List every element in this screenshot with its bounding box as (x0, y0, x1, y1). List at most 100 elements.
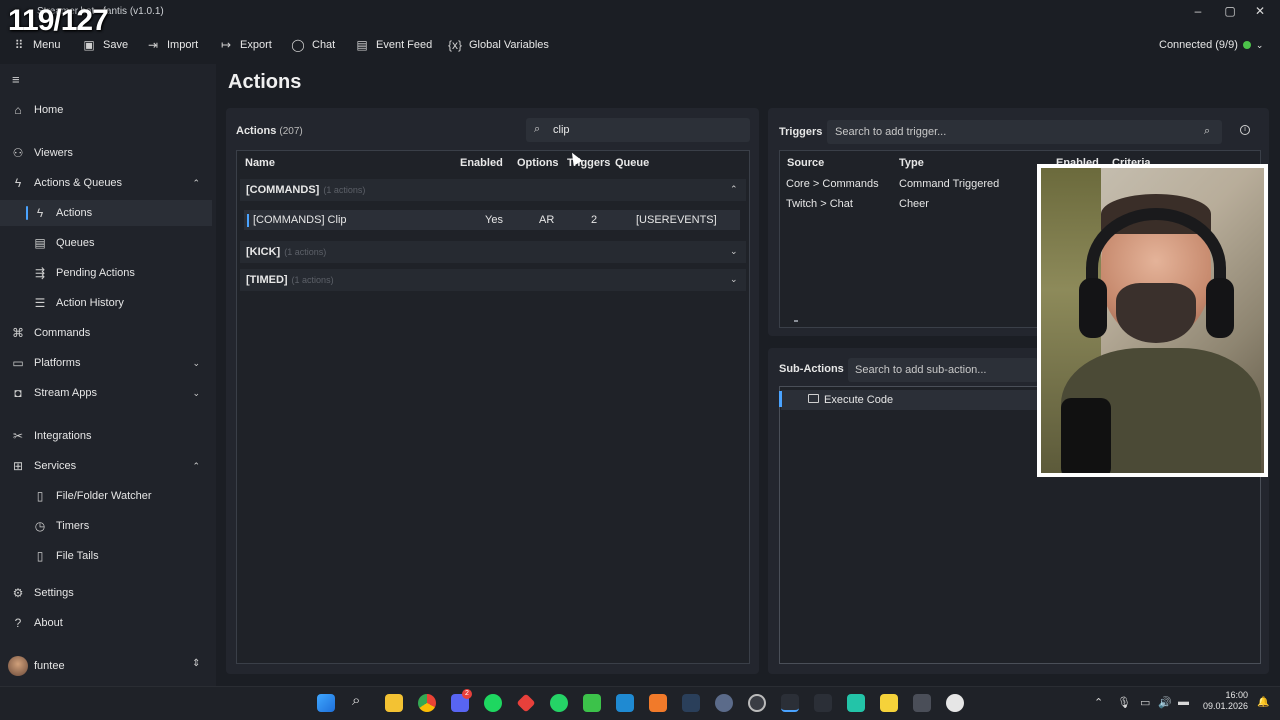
sidebar-item-viewers[interactable]: ⚇ Viewers (0, 140, 212, 166)
expand-collapse-icon[interactable]: ⇕ (192, 658, 200, 669)
column-options[interactable]: Options (517, 157, 559, 169)
selection-indicator (779, 391, 782, 407)
obs-icon[interactable] (748, 694, 766, 712)
file-icon: ▯ (36, 549, 44, 563)
menu-button[interactable]: ⠿ Menu (12, 37, 61, 53)
chrome-icon[interactable] (418, 694, 436, 712)
webcam-microphone (1061, 398, 1111, 473)
column-type[interactable]: Type (899, 157, 924, 169)
trigger-source[interactable]: Twitch > Chat (786, 198, 853, 210)
sidebar-item-services[interactable]: ⊞ Services ⌃ (0, 453, 212, 479)
sidebar-item-settings[interactable]: ⚙ Settings (0, 580, 212, 606)
list-item[interactable] (781, 390, 1037, 410)
group-name: [COMMANDS] (246, 184, 320, 196)
users-icon: ⚇ (12, 146, 24, 160)
search-value: clip (553, 124, 570, 136)
streamerbot-icon[interactable] (781, 694, 799, 712)
selection-indicator (26, 206, 28, 220)
sidebar-item-stream-apps[interactable]: ◘ Stream Apps ⌄ (0, 380, 212, 406)
sidebar-item-label: File Tails (56, 550, 99, 562)
whatsapp-icon[interactable] (550, 694, 568, 712)
trigger-type[interactable]: Cheer (899, 198, 929, 210)
chevron-down-icon[interactable]: ⌄ (730, 274, 738, 285)
trigger-type[interactable]: Command Triggered (899, 178, 999, 190)
audio-app-icon[interactable] (814, 694, 832, 712)
sidebar-item-actions-queues[interactable]: ϟ Actions & Queues ⌃ (0, 170, 212, 196)
sidebar-item-label: Pending Actions (56, 267, 135, 279)
windows-start-icon[interactable] (317, 694, 335, 712)
editor-icon[interactable] (583, 694, 601, 712)
title-bar (0, 0, 1280, 26)
chevron-up-icon[interactable]: ⌃ (1094, 696, 1103, 709)
import-button[interactable]: ⇥ Import (146, 37, 198, 53)
connection-status[interactable]: Connected (9/9) ⌄ (1159, 37, 1263, 53)
integration-icon: ✂ (12, 429, 24, 443)
battery-icon[interactable]: ▬ (1178, 696, 1189, 708)
global-variables-button[interactable]: {x} Global Variables (448, 37, 549, 53)
sidebar-item-timers[interactable]: ◷ Timers (0, 513, 212, 539)
clock-date: 09.01.2026 (1202, 701, 1248, 711)
app-icon[interactable] (847, 694, 865, 712)
volume-icon[interactable]: 🔊 (1158, 696, 1172, 709)
sidebar-item-queues[interactable]: ▤ Queues (0, 230, 212, 256)
scroll-indicator[interactable] (794, 320, 798, 322)
microphone-icon[interactable]: 🎙 (1117, 696, 1131, 709)
search-icon[interactable]: ⌕ (352, 692, 360, 709)
event-feed-button[interactable]: ▤ Event Feed (355, 37, 432, 53)
timer-icon: ◷ (34, 519, 46, 533)
column-queue[interactable]: Queue (615, 157, 649, 169)
close-button[interactable]: ✕ (1250, 4, 1270, 20)
vscode-icon[interactable] (616, 694, 634, 712)
chatgpt-icon[interactable] (946, 694, 964, 712)
app-icon[interactable] (913, 694, 931, 712)
sidebar-item-label: Integrations (34, 430, 92, 442)
minimize-button[interactable]: – (1188, 4, 1208, 20)
sidebar-item-commands[interactable]: ⌘ Commands (0, 320, 212, 346)
info-icon[interactable]: i (1240, 125, 1250, 135)
trigger-source[interactable]: Core > Commands (786, 178, 879, 190)
display-icon[interactable]: ▭ (1140, 696, 1150, 709)
sidebar-item-file-folder-watcher[interactable]: ▯ File/Folder Watcher (0, 483, 212, 509)
grid-icon: ⠿ (14, 38, 24, 52)
column-source[interactable]: Source (787, 157, 824, 169)
sidebar-item-about[interactable]: ? About (0, 610, 212, 636)
sidebar-item-label: Action History (56, 297, 124, 309)
clock-time: 16:00 (1225, 690, 1248, 700)
export-button[interactable]: ↦ Export (219, 37, 272, 53)
actions-count: (207) (279, 126, 303, 137)
maximize-button[interactable]: ▢ (1220, 4, 1240, 20)
row-queue: [USEREVENTS] (636, 214, 717, 226)
sidebar-item-label: Actions (56, 207, 93, 219)
sticky-notes-icon[interactable] (880, 694, 898, 712)
app-icon[interactable] (649, 694, 667, 712)
import-label: Import (167, 39, 199, 51)
taskbar-clock[interactable]: 16:00 09.01.2026 (1200, 690, 1248, 712)
save-button[interactable]: ▣ Save (82, 37, 128, 53)
actions-header: Actions (207) (236, 125, 303, 137)
sidebar-item-action-history[interactable]: ☰ Action History (0, 290, 212, 316)
row-options: AR (539, 214, 555, 226)
sidebar-item-pending-actions[interactable]: ⇶ Pending Actions (0, 260, 212, 286)
chevron-down-icon[interactable]: ⌄ (730, 246, 738, 257)
webcam-image (1041, 168, 1264, 473)
help-icon: ? (14, 616, 22, 630)
app-icon[interactable] (715, 694, 733, 712)
column-name[interactable]: Name (245, 157, 275, 169)
file-explorer-icon[interactable] (385, 694, 403, 712)
sidebar-item-label: Settings (34, 587, 74, 599)
sidebar-item-file-tails[interactable]: ▯ File Tails (0, 543, 212, 569)
notification-icon[interactable]: 🔔 (1257, 697, 1269, 708)
hamburger-icon[interactable]: ≡ (12, 72, 20, 87)
chevron-up-icon[interactable]: ⌃ (730, 184, 738, 195)
chat-button[interactable]: ◯ Chat (291, 37, 335, 53)
gear-icon: ⚙ (12, 586, 24, 600)
spotify-icon[interactable] (484, 694, 502, 712)
search-icon[interactable]: ⌕ (1204, 125, 1210, 138)
column-enabled[interactable]: Enabled (460, 157, 503, 169)
sidebar-item-integrations[interactable]: ✂ Integrations (0, 423, 212, 449)
avatar[interactable] (8, 656, 28, 676)
sidebar-item-platforms[interactable]: ▭ Platforms ⌄ (0, 350, 212, 376)
steam-icon[interactable] (682, 694, 700, 712)
sidebar-item-actions[interactable]: ϟ Actions (0, 200, 212, 226)
sidebar-item-home[interactable]: ⌂ Home (0, 97, 212, 123)
